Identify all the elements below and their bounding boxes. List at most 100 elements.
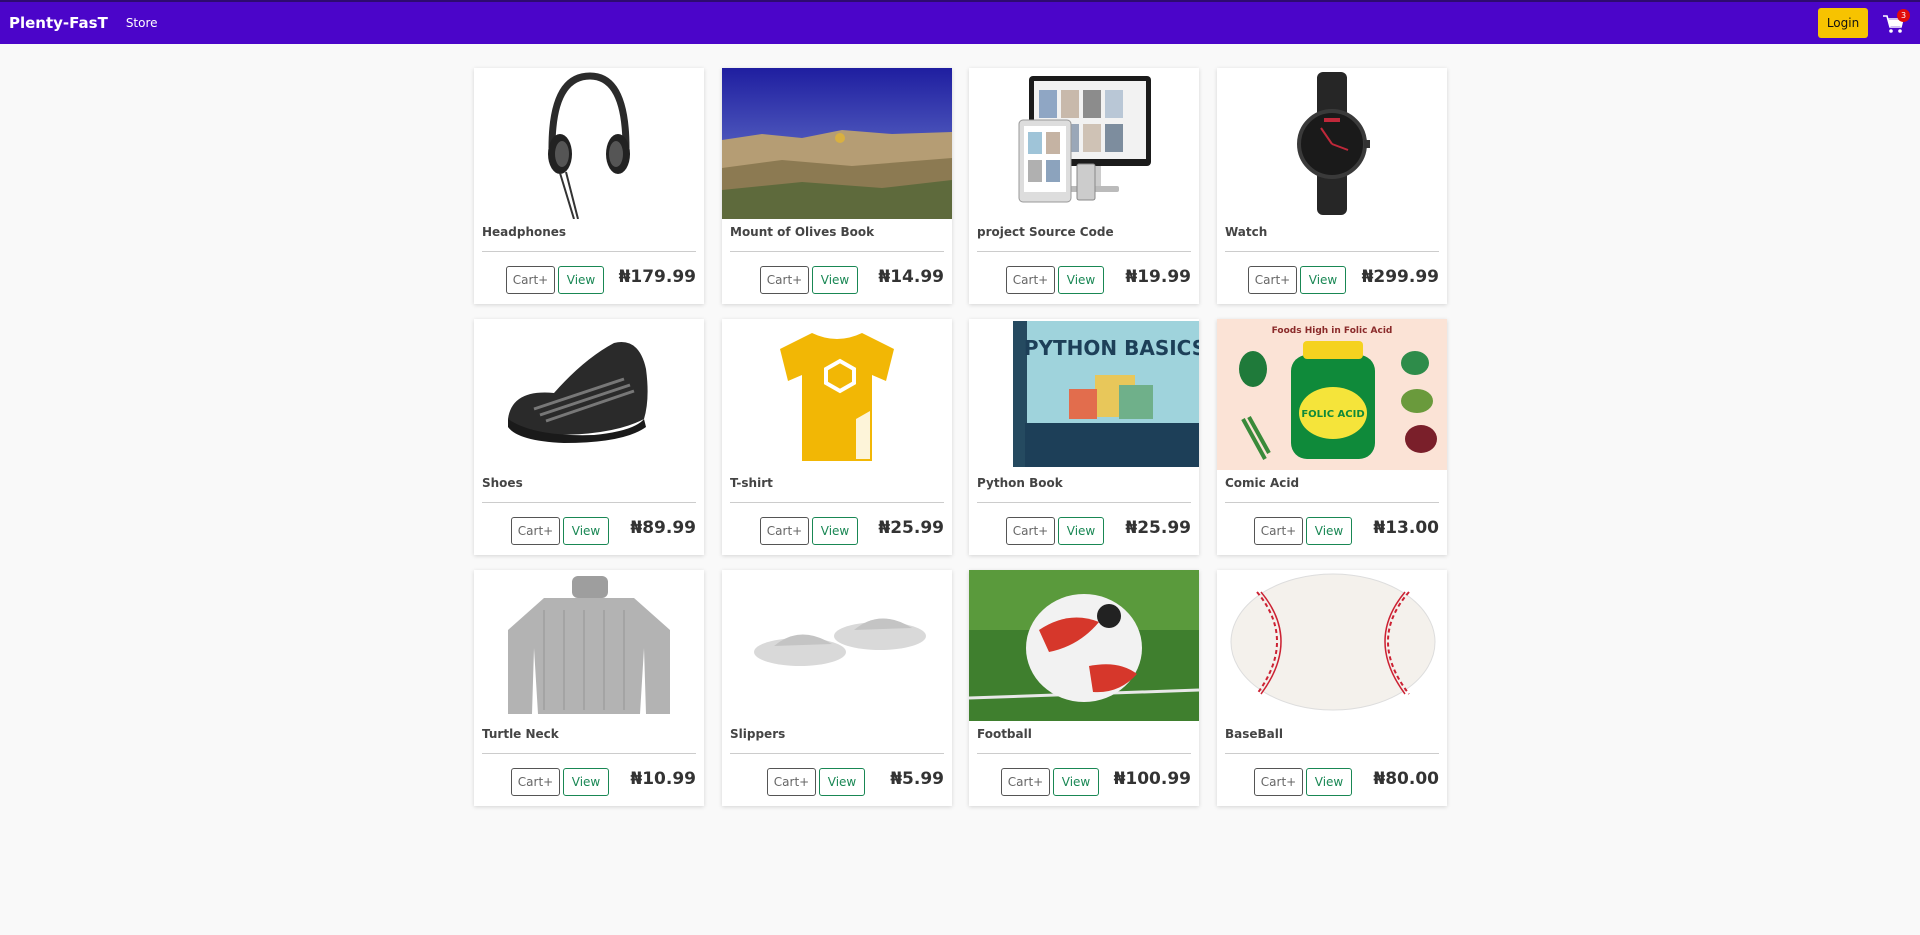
view-button[interactable]: View — [1058, 266, 1104, 294]
view-button[interactable]: View — [1300, 266, 1346, 294]
football-image — [969, 570, 1199, 721]
view-button[interactable]: View — [812, 266, 858, 294]
view-button[interactable]: View — [812, 517, 858, 545]
add-to-cart-button[interactable]: Cart+ — [1254, 517, 1303, 545]
add-to-cart-button[interactable]: Cart+ — [767, 768, 816, 796]
cart-count-badge: 3 — [1897, 9, 1910, 22]
add-to-cart-button[interactable]: Cart+ — [511, 517, 560, 545]
product-name: Mount of Olives Book — [730, 225, 875, 239]
product-price: ₦25.99 — [1125, 518, 1191, 538]
view-button[interactable]: View — [1306, 517, 1352, 545]
card-divider — [730, 251, 944, 252]
product-name: Watch — [1225, 225, 1268, 239]
product-name: Headphones — [482, 225, 567, 239]
website-mockup-image — [969, 68, 1199, 219]
slippers-image — [722, 570, 952, 721]
product-image[interactable] — [1217, 68, 1447, 219]
product-price: ₦19.99 — [1125, 267, 1191, 287]
sneaker-image — [474, 319, 704, 470]
view-button[interactable]: View — [1306, 768, 1352, 796]
product-card: T-shirt Cart+ View ₦25.99 — [722, 319, 952, 555]
product-price: ₦13.00 — [1373, 518, 1439, 538]
add-to-cart-button[interactable]: Cart+ — [760, 517, 809, 545]
add-to-cart-button[interactable]: Cart+ — [1254, 768, 1303, 796]
product-price: ₦179.99 — [618, 267, 696, 287]
product-image[interactable] — [722, 319, 952, 470]
card-divider — [482, 251, 696, 252]
product-price: ₦14.99 — [878, 267, 944, 287]
view-button[interactable]: View — [1058, 517, 1104, 545]
card-divider — [730, 753, 944, 754]
product-card: Headphones Cart+ View ₦179.99 — [474, 68, 704, 304]
product-card: Mount of Olives Book Cart+ View ₦14.99 — [722, 68, 952, 304]
view-button[interactable]: View — [558, 266, 604, 294]
add-to-cart-button[interactable]: Cart+ — [1248, 266, 1297, 294]
add-to-cart-button[interactable]: Cart+ — [760, 266, 809, 294]
add-to-cart-button[interactable]: Cart+ — [511, 768, 560, 796]
card-divider — [977, 251, 1191, 252]
add-to-cart-button[interactable]: Cart+ — [1006, 517, 1055, 545]
poster-title: Foods High in Folic Acid — [1272, 326, 1393, 336]
card-divider — [1225, 753, 1439, 754]
product-image[interactable] — [969, 68, 1199, 219]
login-button[interactable]: Login — [1818, 8, 1868, 38]
product-price: ₦299.99 — [1361, 267, 1439, 287]
product-image[interactable] — [474, 319, 704, 470]
view-button[interactable]: View — [1053, 768, 1099, 796]
view-button[interactable]: View — [563, 768, 609, 796]
product-price: ₦25.99 — [878, 518, 944, 538]
product-image[interactable]: Foods High in Folic Acid FOLIC ACID — [1217, 319, 1447, 470]
wristwatch-image — [1217, 68, 1447, 219]
product-card: Football Cart+ View ₦100.99 — [969, 570, 1199, 806]
view-button[interactable]: View — [563, 517, 609, 545]
product-image[interactable] — [722, 68, 952, 219]
product-name: Slippers — [730, 727, 786, 741]
card-divider — [730, 502, 944, 503]
product-price: ₦80.00 — [1373, 769, 1439, 789]
product-image[interactable] — [1217, 570, 1447, 721]
product-name: T-shirt — [730, 476, 773, 490]
product-name: Comic Acid — [1225, 476, 1300, 490]
product-name: Football — [977, 727, 1032, 741]
nav-link-store[interactable]: Store — [126, 16, 158, 30]
add-to-cart-button[interactable]: Cart+ — [506, 266, 555, 294]
card-divider — [482, 753, 696, 754]
product-price: ₦10.99 — [630, 769, 696, 789]
product-image[interactable]: PYTHON BASICS — [969, 319, 1199, 470]
product-card: project Source Code Cart+ View ₦19.99 — [969, 68, 1199, 304]
city-landscape-image — [722, 68, 952, 219]
product-price: ₦100.99 — [1113, 769, 1191, 789]
add-to-cart-button[interactable]: Cart+ — [1006, 266, 1055, 294]
sweater-image — [474, 570, 704, 721]
brand-logo[interactable]: Plenty-FasT — [9, 14, 108, 32]
headphones-image — [474, 68, 704, 219]
product-image[interactable] — [474, 68, 704, 219]
product-name: BaseBall — [1225, 727, 1283, 741]
product-price: ₦5.99 — [890, 769, 944, 789]
product-card: BaseBall Cart+ View ₦80.00 — [1217, 570, 1447, 806]
product-card: Slippers Cart+ View ₦5.99 — [722, 570, 952, 806]
card-divider — [1225, 502, 1439, 503]
product-name: Turtle Neck — [482, 727, 559, 741]
product-card: Turtle Neck Cart+ View ₦10.99 — [474, 570, 704, 806]
product-card: Shoes Cart+ View ₦89.99 — [474, 319, 704, 555]
product-image[interactable] — [969, 570, 1199, 721]
product-name: project Source Code — [977, 225, 1114, 239]
product-card: PYTHON BASICS Python Book Cart+ View ₦25… — [969, 319, 1199, 555]
folic-acid-poster-image: Foods High in Folic Acid FOLIC ACID — [1217, 319, 1447, 470]
baseball-image — [1217, 570, 1447, 721]
view-button[interactable]: View — [819, 768, 865, 796]
jar-label: FOLIC ACID — [1301, 409, 1364, 420]
product-name: Shoes — [482, 476, 523, 490]
card-divider — [482, 502, 696, 503]
product-image[interactable] — [722, 570, 952, 721]
product-price: ₦89.99 — [630, 518, 696, 538]
product-card: Foods High in Folic Acid FOLIC ACID Comi… — [1217, 319, 1447, 555]
top-navbar: Plenty-FasT Store — [0, 0, 1920, 44]
product-name: Python Book — [977, 476, 1063, 490]
python-book-image: PYTHON BASICS — [969, 319, 1199, 470]
yellow-tshirt-image — [722, 319, 952, 470]
add-to-cart-button[interactable]: Cart+ — [1001, 768, 1050, 796]
card-divider — [977, 502, 1191, 503]
product-image[interactable] — [474, 570, 704, 721]
